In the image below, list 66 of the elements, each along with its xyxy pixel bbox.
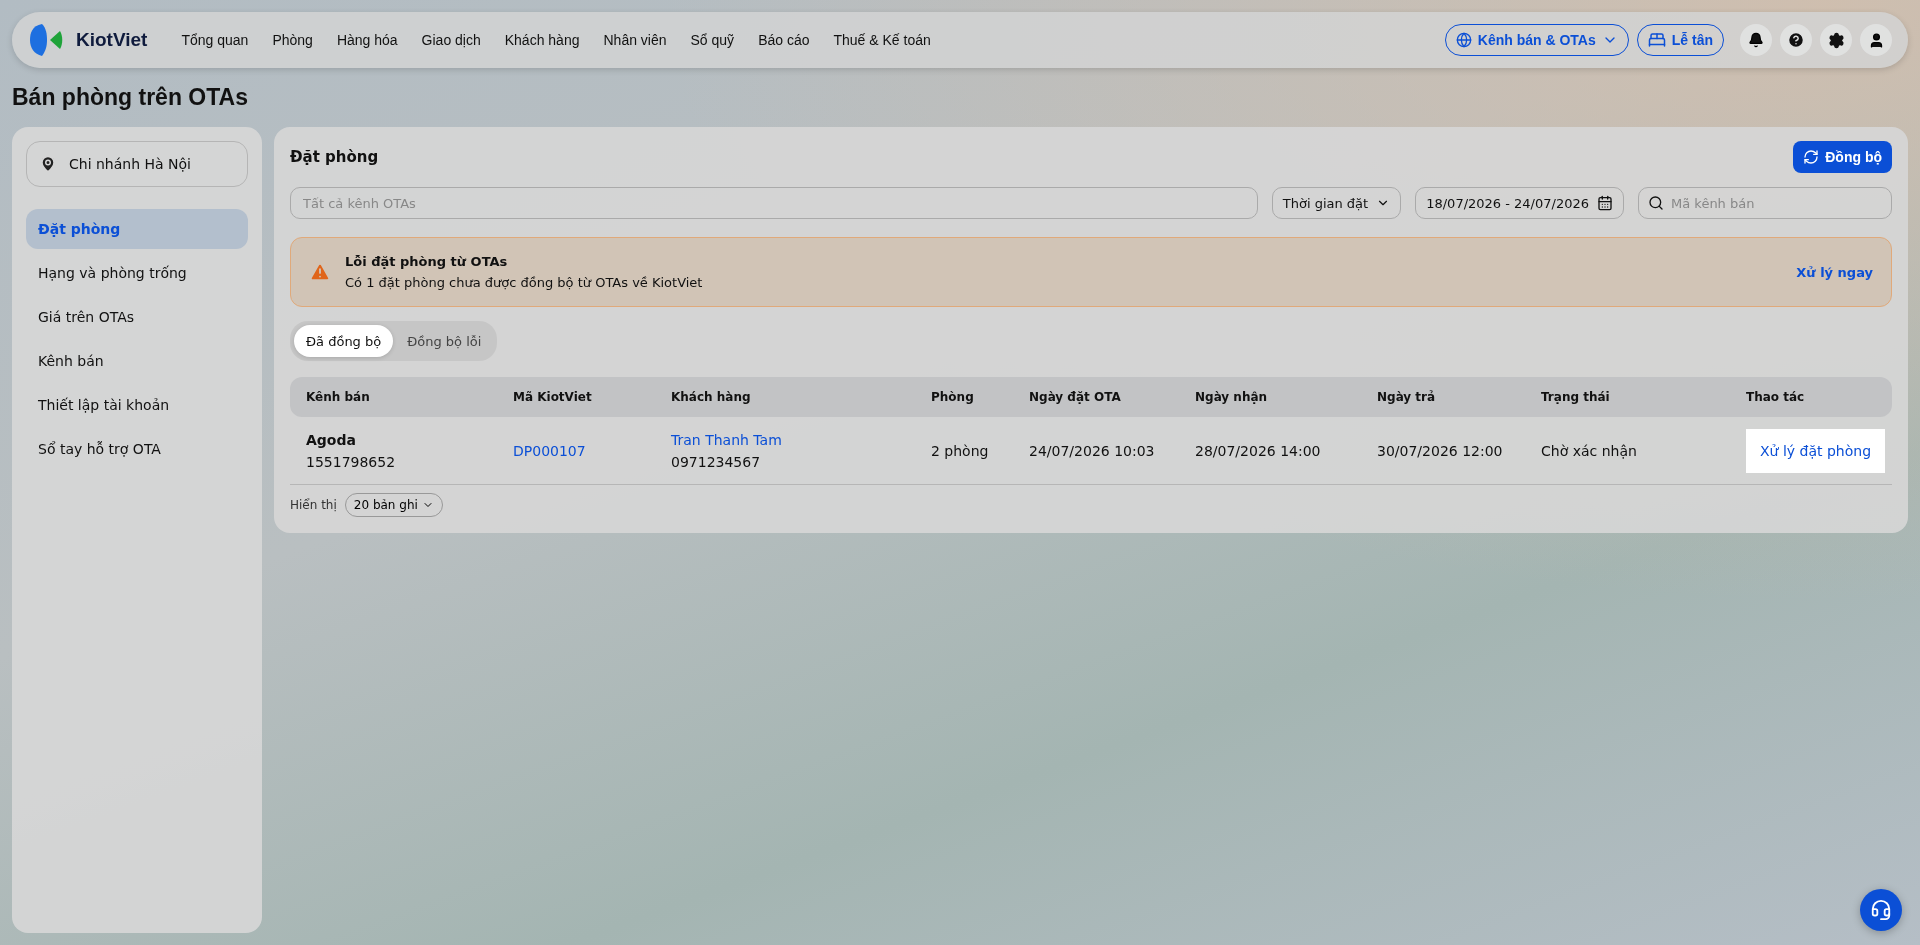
search-icon	[1648, 195, 1664, 211]
refresh-icon	[1803, 149, 1820, 165]
alert-title: Lỗi đặt phòng từ OTAs	[345, 254, 509, 269]
support-button[interactable]	[1860, 889, 1902, 931]
help-icon	[1787, 31, 1805, 49]
nav-menu-item[interactable]: Khách hàng	[492, 32, 592, 48]
table-cell-text: 30/07/2026 12:00	[1377, 442, 1504, 459]
tab[interactable]: Đồng bộ lỗi	[395, 325, 494, 357]
table-cell-text: 24/07/2026 10:03	[1029, 442, 1156, 459]
nav-menu-item[interactable]: Sổ quỹ	[678, 32, 747, 48]
time-filter-dropdown[interactable]: Thời gian đặt	[1271, 187, 1402, 219]
search-field[interactable]: Mã kênh bán	[1638, 187, 1892, 219]
resolve-now-link[interactable]: Xử lý ngay	[1796, 264, 1873, 280]
bell-icon	[1748, 32, 1764, 48]
column-header: Ngày trả	[1377, 390, 1437, 404]
settings-icon	[1827, 31, 1845, 49]
settings-button[interactable]	[1820, 24, 1852, 56]
nav-menu-item[interactable]: Báo cáo	[746, 32, 822, 48]
nav-menu-item[interactable]: Giao dịch	[409, 32, 493, 48]
booking-code-link[interactable]: DP000107	[513, 442, 671, 459]
nav-menu-item[interactable]: Thuế & Kế toán	[821, 32, 943, 48]
sidebar-item[interactable]: Kênh bán	[26, 341, 248, 381]
calendar-icon	[1597, 195, 1613, 211]
alert-message: Có 1 đặt phòng chưa được đồng bộ từ OTAs về KiotViet	[345, 275, 704, 290]
account-button[interactable]	[1860, 24, 1892, 56]
nav-menu-item[interactable]: Hàng hóa	[324, 32, 410, 48]
table-cell-text: 0971234567	[671, 453, 762, 470]
nav-menu-item[interactable]: Phòng	[260, 32, 325, 48]
nav-menu-item[interactable]: Tổng quan	[169, 32, 261, 48]
table-cell-text: 28/07/2026 14:00	[1195, 442, 1322, 459]
page-title: Bán phòng trên OTAs	[12, 84, 249, 111]
nav-menu-item[interactable]: Nhân viên	[591, 32, 679, 48]
column-header: Ngày đặt OTA	[1029, 390, 1122, 404]
channel-field[interactable]: Tất cả kênh OTAs	[290, 187, 1258, 219]
table-cell-text: 1551798652	[306, 453, 397, 470]
map-pin-icon	[39, 155, 57, 173]
help-button[interactable]	[1780, 24, 1812, 56]
column-header: Ngày nhận	[1195, 390, 1269, 404]
page-size-label: Hiển thị	[290, 498, 337, 512]
column-header: Khách hàng	[671, 390, 752, 404]
panel-title: Đặt phòng	[290, 148, 380, 166]
sync-button[interactable]: Đồng bộ	[1793, 141, 1892, 173]
notifications-button[interactable]	[1740, 24, 1772, 56]
sidebar-item[interactable]: Thiết lập tài khoản	[26, 385, 248, 425]
column-header: Thao tác	[1746, 390, 1806, 404]
sidebar-item[interactable]: Sổ tay hỗ trợ OTA	[26, 429, 248, 469]
tab[interactable]: Đã đồng bộ	[294, 325, 394, 357]
process-booking-button[interactable]: Xử lý đặt phòng	[1746, 428, 1886, 473]
guest-name-link[interactable]: Tran Thanh Tam	[671, 431, 931, 448]
sidebar-item[interactable]: Giá trên OTAs	[26, 297, 248, 337]
column-header: Phòng	[931, 390, 975, 404]
table-cell-text: Chờ xác nhận	[1541, 442, 1638, 459]
warning-icon	[309, 261, 331, 283]
column-header: Trạng thái	[1541, 390, 1611, 404]
table-cell-text: Agoda	[306, 431, 357, 448]
table-cell-text: 2 phòng	[931, 442, 990, 459]
headset-icon	[1870, 899, 1892, 921]
sidebar-item[interactable]: Hạng và phòng trống	[26, 253, 248, 293]
sidebar-item[interactable]: Đặt phòng	[26, 209, 248, 249]
column-header: Kênh bán	[306, 390, 371, 404]
date-range-field[interactable]: 18/07/2026 - 24/07/2026	[1415, 187, 1624, 219]
logo-text: KiotViet	[76, 29, 148, 51]
branch-selector[interactable]: Chi nhánh Hà Nội	[26, 141, 248, 187]
globe-icon	[1455, 32, 1472, 48]
column-header: Mã KiotViet	[513, 390, 593, 404]
bed-icon	[1647, 31, 1666, 49]
